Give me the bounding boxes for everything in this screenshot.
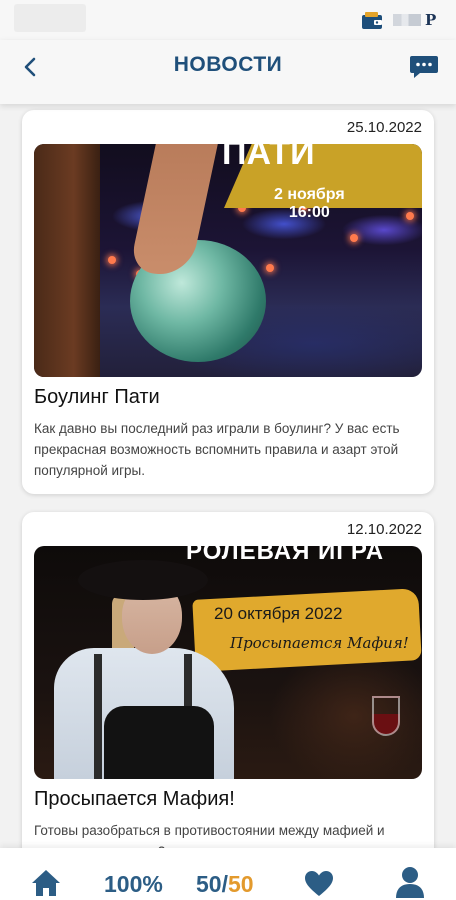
- news-date: 25.10.2022: [346, 119, 422, 136]
- chat-bubble-icon[interactable]: [409, 52, 439, 82]
- news-description: Готовы разобраться в противостоянии межд…: [34, 823, 385, 848]
- wine-glass: [372, 696, 400, 736]
- hat: [78, 560, 208, 600]
- progress-indicator[interactable]: 100%: [104, 871, 163, 898]
- bottom-navigation: 100% 50/50: [0, 848, 456, 900]
- status-left-area: [14, 4, 86, 32]
- wallet-icon: [362, 12, 382, 29]
- status-info: [393, 14, 421, 26]
- status-letter: P: [425, 11, 437, 29]
- news-image[interactable]: РОЛЕВАЯ ИГРА 20 октября 2022 Просыпается…: [34, 546, 422, 779]
- news-card[interactable]: 12.10.2022 РОЛЕВАЯ ИГРА 20 октября 2022 …: [22, 512, 434, 848]
- score-counter[interactable]: 50/50: [196, 871, 254, 898]
- home-icon[interactable]: [30, 868, 62, 898]
- status-bar: P: [0, 0, 456, 40]
- score-total: 50: [227, 871, 254, 897]
- image-date: 2 ноября 16:00: [274, 186, 345, 221]
- news-date: 12.10.2022: [346, 521, 422, 538]
- user-icon[interactable]: [395, 866, 425, 898]
- news-image[interactable]: ПАТИ 2 ноября 16:00: [34, 144, 422, 377]
- score-current: 50: [196, 871, 222, 897]
- image-tagline: Просыпается Мафия!: [230, 634, 409, 652]
- news-feed[interactable]: 25.10.2022 ПАТИ 2 ноября 16:00 Боулинг П…: [0, 104, 456, 848]
- image-date: 20 октября 2022: [214, 604, 343, 623]
- news-card[interactable]: 25.10.2022 ПАТИ 2 ноября 16:00 Боулинг П…: [22, 110, 434, 494]
- page-title: НОВОСТИ: [173, 53, 283, 76]
- image-headline: ПАТИ: [222, 144, 315, 172]
- image-headline: РОЛЕВАЯ ИГРА: [186, 546, 385, 565]
- heart-icon[interactable]: [304, 870, 334, 898]
- top-app-bar: НОВОСТИ: [0, 40, 456, 104]
- news-title: Просыпается Мафия!: [34, 788, 235, 810]
- news-title: Боулинг Пати: [34, 386, 160, 408]
- news-description: Как давно вы последний раз играли в боул…: [34, 421, 400, 478]
